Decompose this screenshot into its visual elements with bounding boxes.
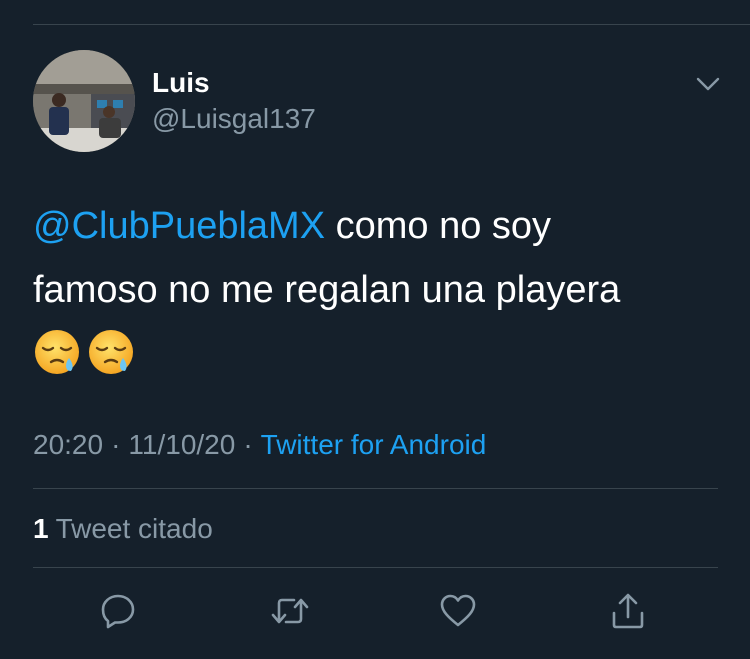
quote-count: 1 — [33, 513, 49, 544]
meta-separator: · — [111, 429, 121, 460]
sleepy-face-emoji — [89, 330, 133, 374]
meta-separator: · — [243, 429, 253, 460]
author-name[interactable]: Luis — [152, 66, 210, 100]
emoji-row — [33, 322, 135, 382]
sleepy-face-emoji — [35, 330, 79, 374]
like-button[interactable] — [436, 589, 480, 633]
tweet-actions — [0, 589, 750, 635]
like-icon — [440, 594, 476, 627]
tweet-text-line-1: @ClubPueblaMX como no soy — [33, 194, 723, 258]
more-options-button[interactable] — [694, 70, 722, 98]
chevron-down-icon — [696, 77, 720, 91]
divider — [33, 488, 718, 489]
tweet-date[interactable]: 11/10/20 — [128, 429, 235, 460]
reply-button[interactable] — [96, 589, 140, 633]
tweet-meta: 20:20 · 11/10/20 · Twitter for Android — [33, 428, 486, 462]
tweet-time[interactable]: 20:20 — [33, 429, 103, 460]
divider — [33, 567, 718, 568]
avatar-photo — [33, 50, 135, 152]
retweet-icon — [271, 598, 309, 624]
tweet-source-link[interactable]: Twitter for Android — [261, 429, 487, 460]
author-handle[interactable]: @Luisgal137 — [152, 102, 316, 136]
share-button[interactable] — [606, 589, 650, 633]
share-icon — [612, 593, 644, 629]
retweet-button[interactable] — [268, 589, 312, 633]
reply-icon — [101, 594, 135, 629]
quote-label: Tweet citado — [55, 513, 213, 544]
tweet-text-segment: como no soy — [325, 205, 552, 247]
avatar[interactable] — [33, 50, 135, 152]
tweet-text: @ClubPueblaMX como no soy famoso no me r… — [33, 194, 723, 322]
mention-link[interactable]: @ClubPueblaMX — [33, 205, 325, 247]
quote-tweets-link[interactable]: 1 Tweet citado — [33, 512, 213, 546]
tweet-text-line-2: famoso no me regalan una playera — [33, 269, 621, 311]
top-divider — [33, 24, 750, 25]
